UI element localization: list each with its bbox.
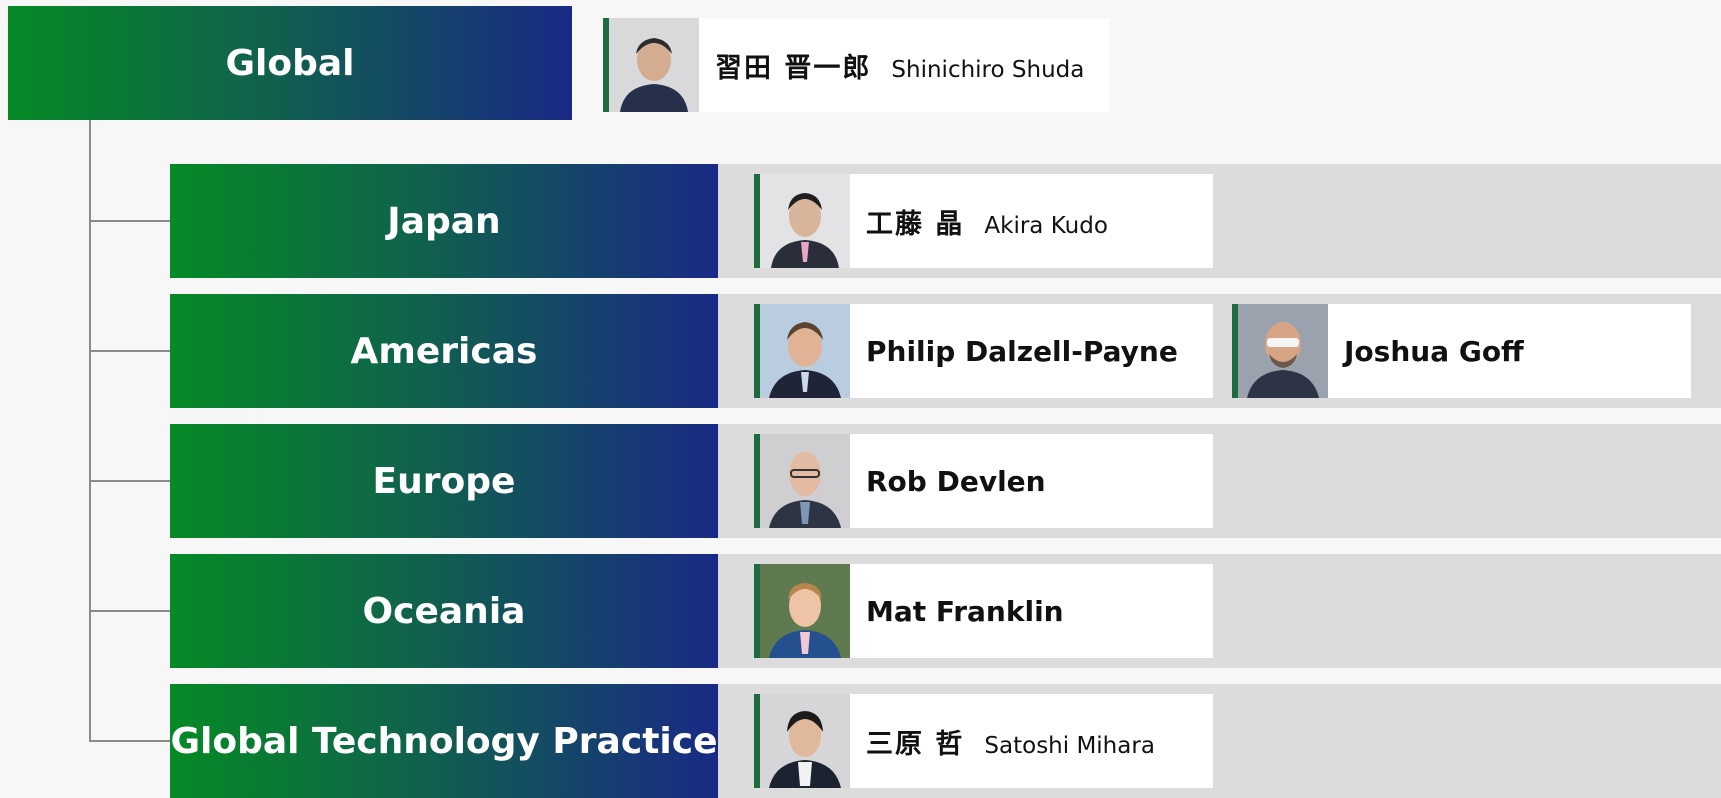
global-leader-card: 習田 晋一郎 Shinichiro Shuda: [603, 18, 1110, 112]
leader-name-en: Joshua Goff: [1344, 334, 1524, 368]
leader-name-en: Mat Franklin: [866, 594, 1064, 628]
leader-card: Joshua Goff: [1232, 304, 1691, 398]
leader-card: Mat Franklin: [754, 564, 1213, 658]
global-label: Global: [225, 42, 355, 84]
leader-name-en: Shinichiro Shuda: [891, 56, 1085, 83]
person-photo: [1238, 304, 1328, 398]
tree-branch-americas: [89, 350, 170, 352]
region-box-europe: Europe: [170, 424, 718, 538]
region-label: Americas: [350, 330, 538, 372]
leader-name-en: Philip Dalzell-Payne: [866, 334, 1178, 368]
person-photo: [760, 694, 850, 788]
global-header-box: Global: [8, 6, 572, 120]
person-photo: [760, 174, 850, 268]
leader-name-en: Akira Kudo: [984, 212, 1108, 239]
leader-name-ja: 工藤 晶: [866, 208, 965, 240]
region-box-oceania: Oceania: [170, 554, 718, 668]
leader-name-en: Satoshi Mihara: [984, 732, 1155, 759]
person-photo: [760, 434, 850, 528]
leader-card: Rob Devlen: [754, 434, 1213, 528]
person-photo: [760, 564, 850, 658]
person-photo: [609, 18, 699, 112]
tree-branch-gtp: [89, 740, 170, 742]
person-photo: [760, 304, 850, 398]
region-box-global-technology-practice: Global Technology Practice: [170, 684, 718, 798]
region-box-japan: Japan: [170, 164, 718, 278]
leader-card: 三原 哲 Satoshi Mihara: [754, 694, 1213, 788]
leader-name-ja: 三原 哲: [866, 728, 965, 760]
leader-card: Philip Dalzell-Payne: [754, 304, 1213, 398]
region-label: Oceania: [362, 590, 526, 632]
tree-branch-japan: [89, 220, 170, 222]
region-box-americas: Americas: [170, 294, 718, 408]
leader-name-ja: 習田 晋一郎: [715, 52, 872, 84]
region-label: Japan: [387, 200, 501, 242]
tree-trunk-line: [89, 120, 91, 742]
tree-branch-oceania: [89, 610, 170, 612]
region-label: Europe: [372, 460, 516, 502]
tree-branch-europe: [89, 480, 170, 482]
leader-card: 工藤 晶 Akira Kudo: [754, 174, 1213, 268]
region-label: Global Technology Practice: [170, 720, 718, 762]
leader-name-en: Rob Devlen: [866, 464, 1046, 498]
